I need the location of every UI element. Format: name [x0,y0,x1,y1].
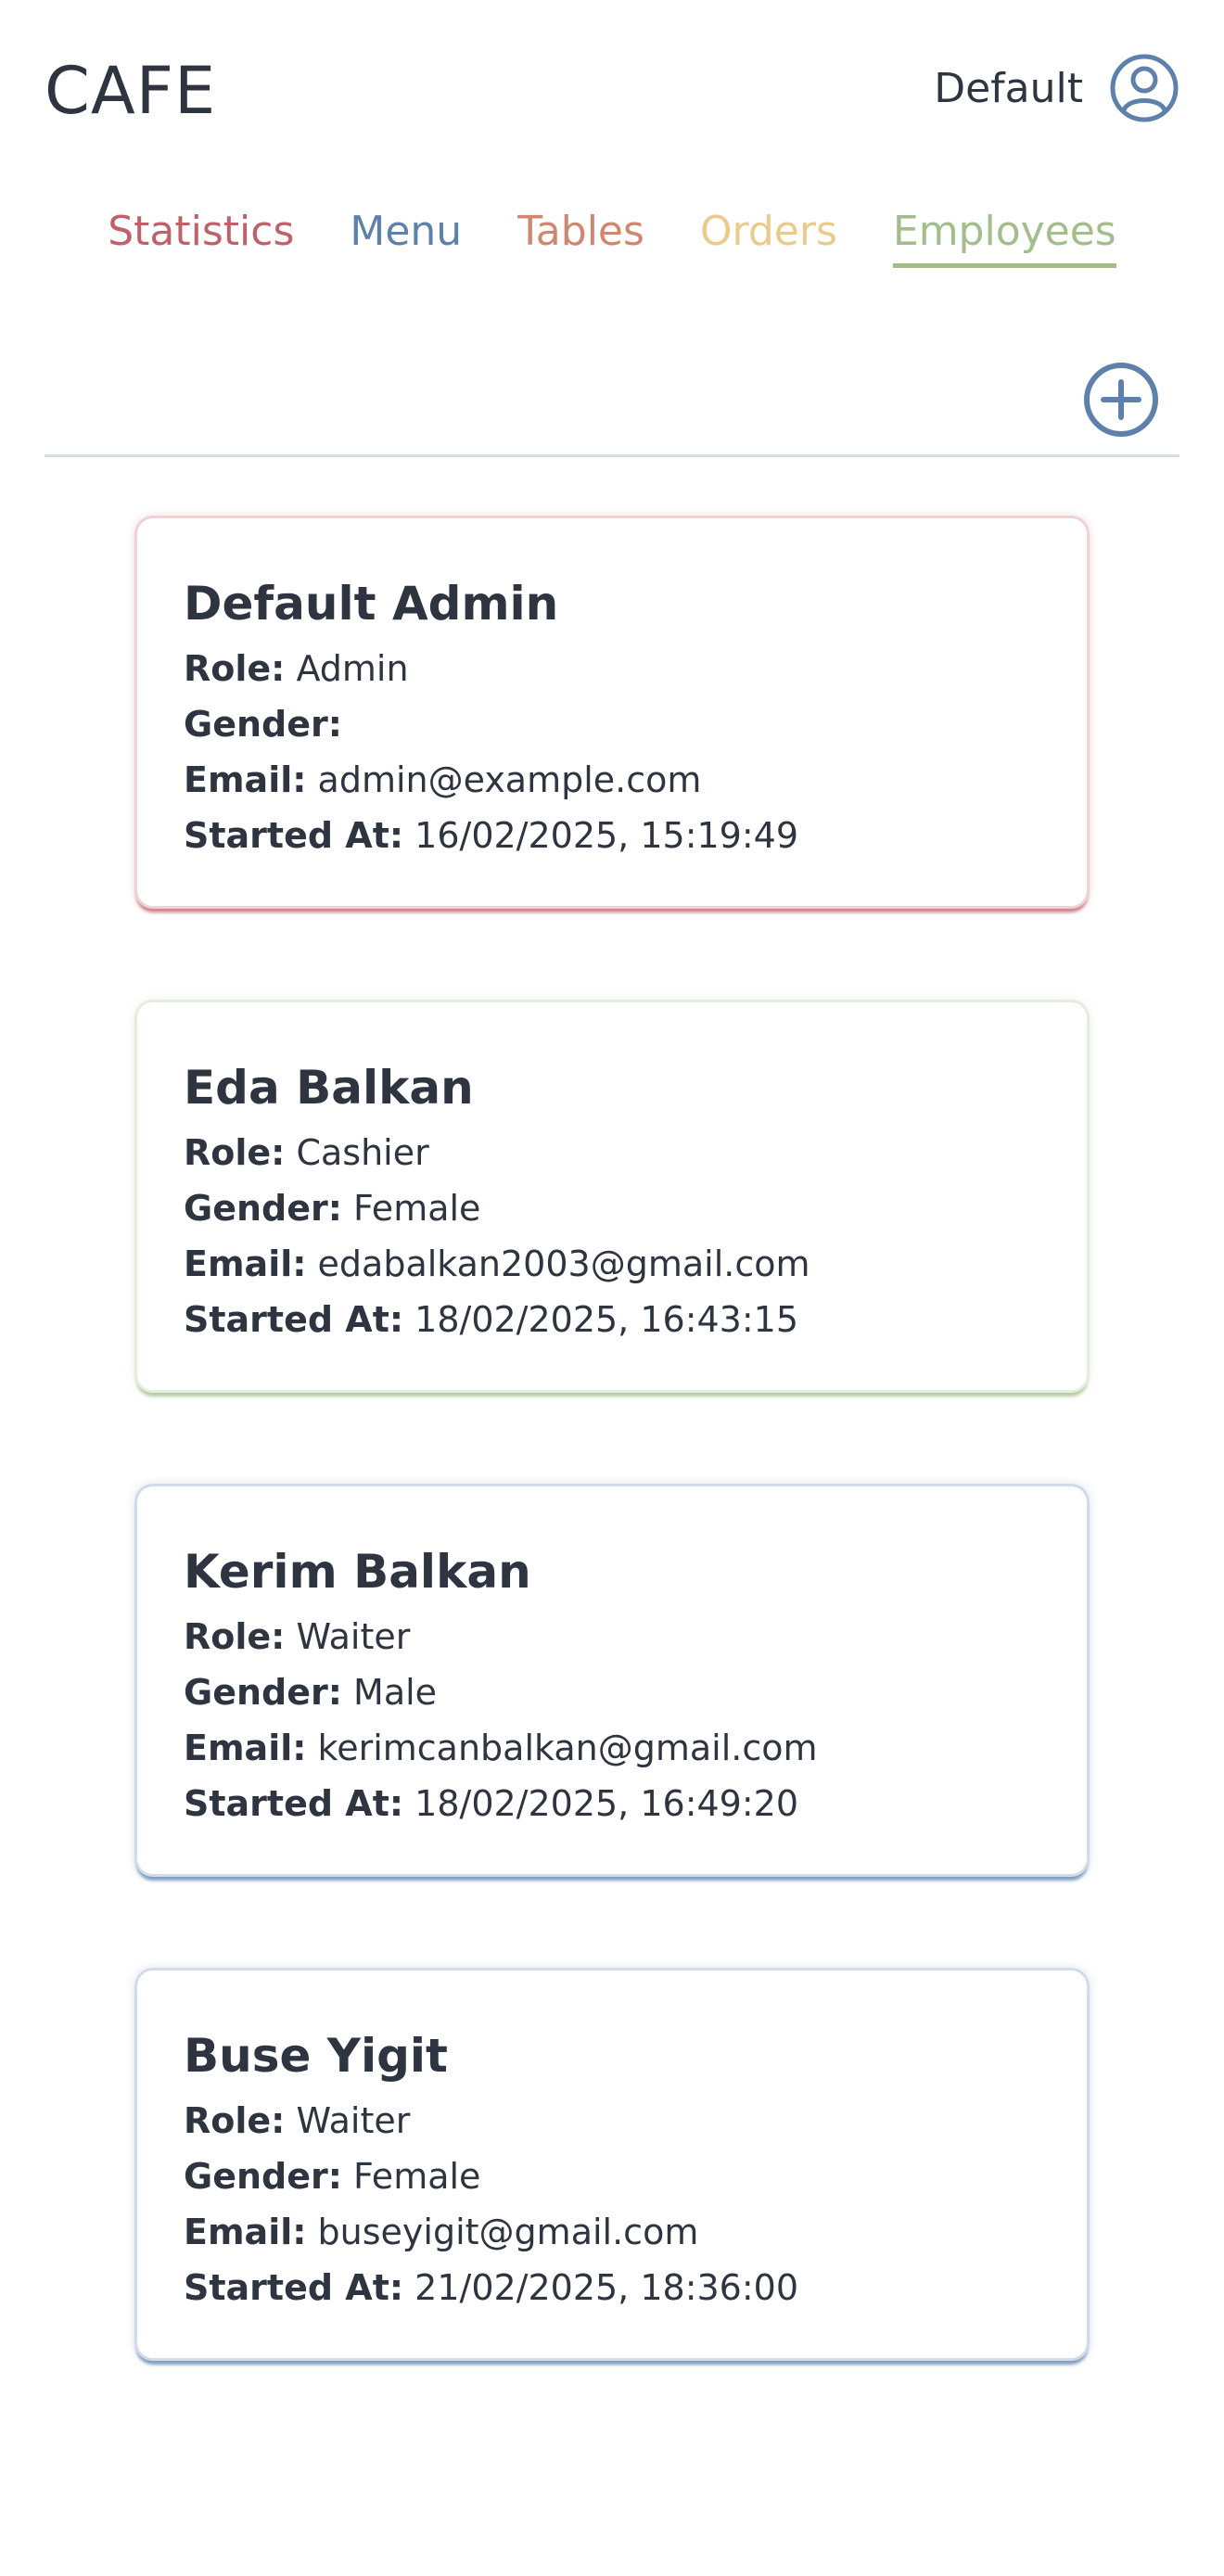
email-value: admin@example.com [317,759,702,800]
employee-role: Role: Waiter [184,2093,1040,2149]
user-name: Default [934,64,1083,112]
employee-name: Default Admin [184,577,559,631]
gender-label: Gender: [184,1188,342,1229]
started-value: 16/02/2025, 15:19:49 [414,815,798,856]
user-circle-icon[interactable] [1109,53,1179,123]
nav-item-employees[interactable]: Employees [892,204,1116,268]
gender-label: Gender: [184,2156,342,2197]
started-label: Started At: [184,1299,404,1340]
plus-circle-icon [1084,363,1158,437]
employee-gender: Gender: Male [184,1664,1040,1720]
role-value: Cashier [296,1132,429,1173]
nav-item-orders[interactable]: Orders [700,204,837,268]
email-value: kerimcanbalkan@gmail.com [317,1728,818,1768]
add-employee-button[interactable] [1083,362,1159,438]
role-value: Waiter [296,1616,411,1657]
started-label: Started At: [184,1783,404,1824]
employee-gender: Gender: [184,696,1040,752]
gender-label: Gender: [184,1672,342,1713]
employee-started-at: Started At: 21/02/2025, 18:36:00 [184,2260,1040,2315]
employee-card[interactable]: Default Admin Role: Admin Gender: Email:… [134,516,1090,909]
started-value: 18/02/2025, 16:43:15 [414,1299,798,1340]
employees-toolbar [45,352,1179,457]
employee-started-at: Started At: 16/02/2025, 15:19:49 [184,808,1040,863]
employee-card[interactable]: Buse Yigit Role: Waiter Gender: Female E… [134,1968,1090,2361]
app-title[interactable]: CAFE [45,54,216,128]
nav-item-statistics[interactable]: Statistics [108,204,294,268]
employee-email: Email: edabalkan2003@gmail.com [184,1236,1040,1292]
user-menu[interactable]: Default [934,51,1179,125]
email-value: edabalkan2003@gmail.com [317,1243,810,1284]
started-label: Started At: [184,815,404,856]
email-label: Email: [184,1243,307,1284]
gender-value: Female [353,2156,481,2197]
started-value: 21/02/2025, 18:36:00 [414,2267,798,2308]
employee-email: Email: buseyigit@gmail.com [184,2204,1040,2260]
employee-email: Email: admin@example.com [184,752,1040,808]
employee-gender: Gender: Female [184,1180,1040,1236]
employee-name: Kerim Balkan [184,1545,531,1599]
employee-card[interactable]: Kerim Balkan Role: Waiter Gender: Male E… [134,1484,1090,1877]
employee-name: Eda Balkan [184,1061,474,1115]
employee-name: Buse Yigit [184,2029,448,2083]
gender-label: Gender: [184,704,342,745]
role-label: Role: [184,648,286,689]
header: CAFE Default [0,0,1224,176]
gender-value: Female [353,1188,481,1229]
employee-role: Role: Waiter [184,1609,1040,1664]
email-label: Email: [184,759,307,800]
role-label: Role: [184,1132,286,1173]
employee-started-at: Started At: 18/02/2025, 16:43:15 [184,1292,1040,1347]
nav-item-menu[interactable]: Menu [350,204,462,268]
main-nav: Statistics Menu Tables Orders Employees [0,204,1224,268]
employee-started-at: Started At: 18/02/2025, 16:49:20 [184,1776,1040,1831]
employee-role: Role: Cashier [184,1125,1040,1180]
employee-card[interactable]: Eda Balkan Role: Cashier Gender: Female … [134,1000,1090,1393]
role-label: Role: [184,1616,286,1657]
nav-item-tables[interactable]: Tables [517,204,644,268]
employee-role: Role: Admin [184,641,1040,696]
employee-email: Email: kerimcanbalkan@gmail.com [184,1720,1040,1776]
email-label: Email: [184,2212,307,2252]
role-value: Waiter [296,2100,411,2141]
email-label: Email: [184,1728,307,1768]
started-label: Started At: [184,2267,404,2308]
role-label: Role: [184,2100,286,2141]
email-value: buseyigit@gmail.com [317,2212,699,2252]
employee-gender: Gender: Female [184,2149,1040,2204]
started-value: 18/02/2025, 16:49:20 [414,1783,798,1824]
gender-value: Male [353,1672,438,1713]
employee-list: Default Admin Role: Admin Gender: Email:… [134,516,1090,2452]
role-value: Admin [296,648,409,689]
